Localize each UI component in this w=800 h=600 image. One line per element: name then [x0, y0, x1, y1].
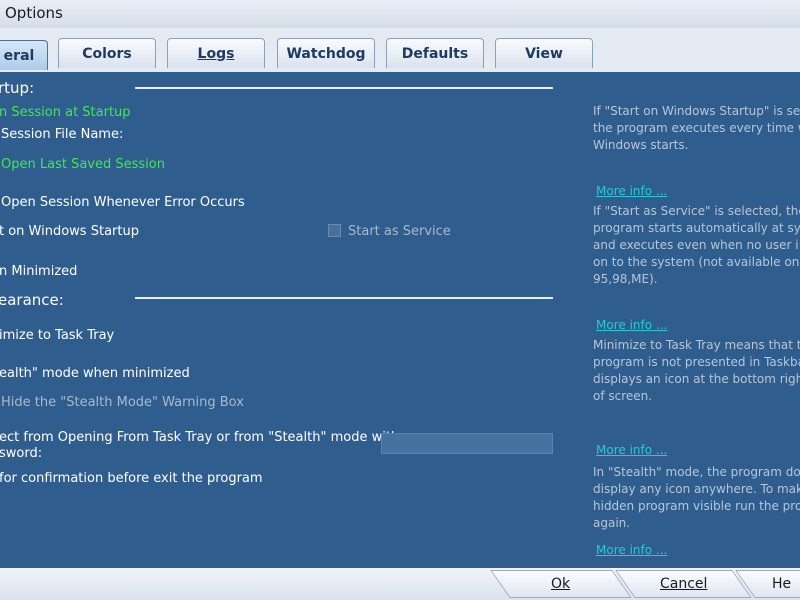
- more-info-link-1[interactable]: More info ...: [596, 184, 667, 198]
- confirm-exit-option[interactable]: for confirmation before exit the program: [0, 471, 263, 486]
- tab-watchdog[interactable]: Watchdog: [277, 38, 375, 68]
- tab-strip: eral Colors Logs Watchdog Defaults View: [0, 28, 800, 72]
- start-on-windows-startup-option[interactable]: t on Windows Startup: [0, 224, 139, 239]
- start-minimized-option[interactable]: n Minimized: [0, 264, 77, 279]
- minimize-to-tray-option[interactable]: imize to Task Tray: [0, 328, 114, 343]
- more-info-link-4[interactable]: More info ...: [596, 543, 667, 557]
- appearance-section-label: earance:: [0, 291, 64, 309]
- button-bar: Ok Cancel He: [0, 568, 800, 600]
- tab-view[interactable]: View: [495, 38, 593, 68]
- startup-divider: [135, 87, 553, 89]
- protect-option-line2: sword:: [0, 446, 43, 461]
- tab-colors[interactable]: Colors: [58, 38, 156, 68]
- title-bar: Options: [0, 0, 800, 29]
- open-session-at-startup-option[interactable]: n Session at Startup: [0, 105, 131, 120]
- help-text-tray: Minimize to Task Tray means that th prog…: [593, 338, 800, 403]
- open-last-saved-session-option[interactable]: Open Last Saved Session: [1, 157, 165, 172]
- tab-defaults[interactable]: Defaults: [386, 38, 484, 68]
- hide-stealth-warning-option[interactable]: Hide the "Stealth Mode" Warning Box: [1, 395, 244, 410]
- general-panel: rtup: n Session at Startup Session File …: [0, 72, 800, 568]
- help-text-startup: If "Start on Windows Startup" is se the …: [593, 104, 800, 152]
- password-field[interactable]: [381, 433, 553, 454]
- session-file-name-label: Session File Name:: [1, 127, 124, 142]
- protect-option-line1[interactable]: ect from Opening From Task Tray or from …: [0, 430, 399, 445]
- more-info-link-2[interactable]: More info ...: [596, 318, 667, 332]
- tab-logs[interactable]: Logs: [167, 38, 265, 68]
- help-text-stealth: In "Stealth" mode, the program does disp…: [593, 465, 800, 530]
- start-as-service-checkbox[interactable]: [328, 224, 341, 237]
- appearance-divider: [135, 297, 553, 299]
- help-text-service: If "Start as Service" is selected, the p…: [593, 204, 800, 286]
- open-session-on-error-option[interactable]: Open Session Whenever Error Occurs: [1, 195, 245, 210]
- start-as-service-label: Start as Service: [348, 224, 451, 239]
- ok-button[interactable]: Ok: [490, 570, 632, 598]
- cancel-button[interactable]: Cancel: [615, 570, 752, 598]
- tab-general[interactable]: eral: [0, 40, 48, 70]
- window-title: Options: [5, 4, 63, 22]
- more-info-link-3[interactable]: More info ...: [596, 443, 667, 457]
- startup-section-label: rtup:: [0, 79, 35, 97]
- stealth-mode-option[interactable]: ealth" mode when minimized: [0, 366, 190, 381]
